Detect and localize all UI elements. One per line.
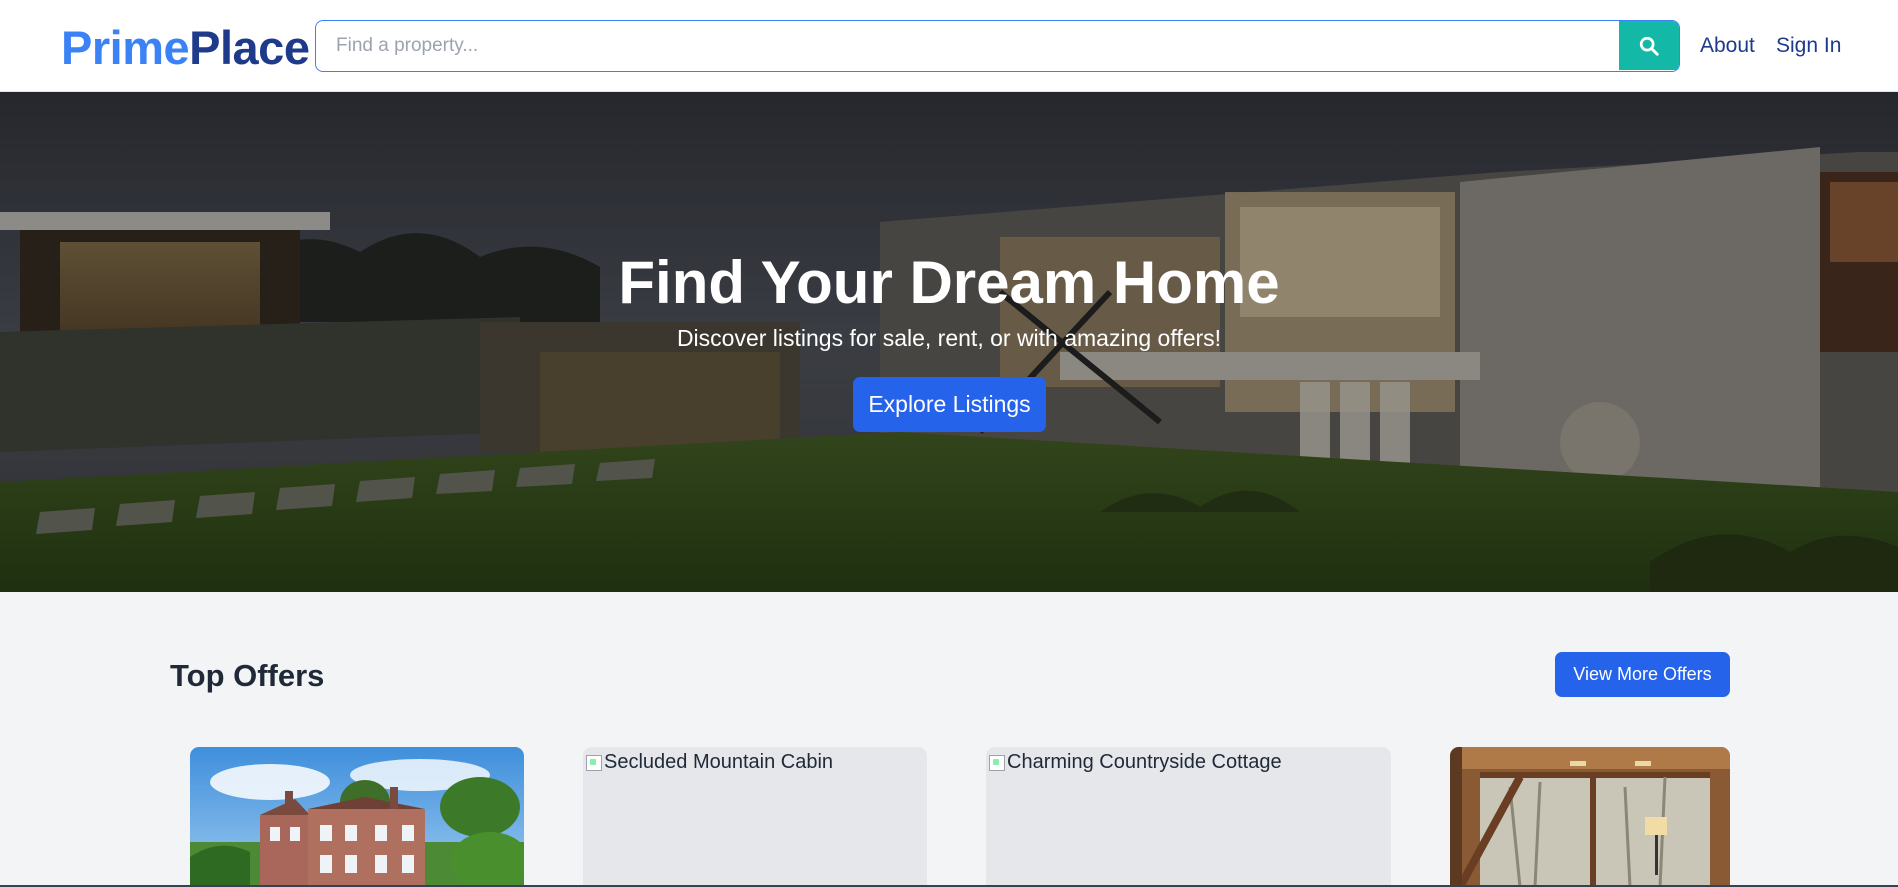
search-icon xyxy=(1639,36,1659,56)
offer-card[interactable]: Charming Countryside Cottage xyxy=(986,747,1391,887)
country-manor-photo xyxy=(190,747,524,887)
logo-part-prime: Prime xyxy=(61,21,190,74)
broken-image-icon xyxy=(989,754,1005,771)
offer-image-alt-text: Charming Countryside Cottage xyxy=(1007,751,1282,773)
hero-title: Find Your Dream Home xyxy=(618,249,1280,316)
search-button[interactable] xyxy=(1619,21,1679,70)
hero-banner: Find Your Dream Home Discover listings f… xyxy=(0,92,1898,592)
explore-listings-button[interactable]: Explore Listings xyxy=(853,377,1046,432)
hero-subtitle: Discover listings for sale, rent, or wit… xyxy=(676,325,1222,351)
offer-card[interactable]: Secluded Mountain Cabin xyxy=(583,747,927,887)
site-logo[interactable]: PrimePlace xyxy=(61,20,310,76)
logo-part-place: Place xyxy=(189,21,310,74)
site-header: PrimePlace About Sign In xyxy=(0,0,1898,92)
offer-image-alt: Charming Countryside Cottage xyxy=(989,751,1282,774)
search-input[interactable] xyxy=(316,21,1620,70)
offer-card[interactable] xyxy=(190,747,524,887)
nav-signin-link[interactable]: Sign In xyxy=(1776,32,1841,60)
view-more-offers-button[interactable]: View More Offers xyxy=(1555,652,1730,697)
wood-interior-photo xyxy=(1450,747,1730,887)
nav-about-link[interactable]: About xyxy=(1700,32,1755,60)
top-offers-heading: Top Offers xyxy=(170,658,325,693)
offer-image-alt: Secluded Mountain Cabin xyxy=(586,751,833,774)
offer-image-alt-text: Secluded Mountain Cabin xyxy=(604,751,834,773)
search-bar xyxy=(315,20,1680,72)
offer-card[interactable] xyxy=(1450,747,1730,887)
broken-image-icon xyxy=(586,754,602,771)
